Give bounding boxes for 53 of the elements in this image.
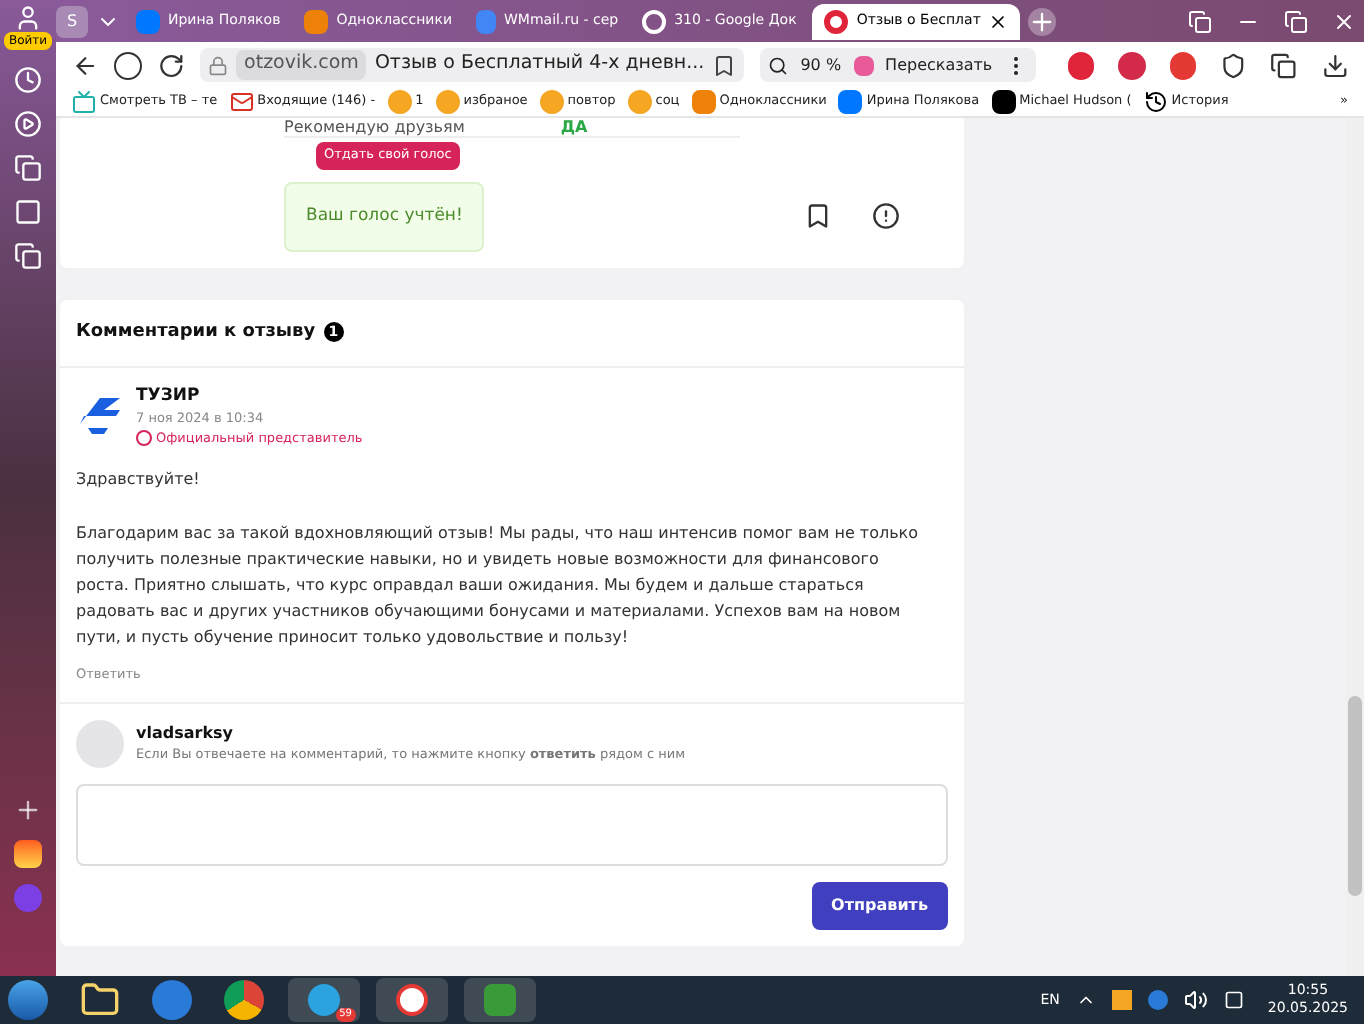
yandex-taskbar-button[interactable] <box>376 978 448 1022</box>
extension-icon[interactable] <box>1118 51 1146 79</box>
report-icon[interactable] <box>872 202 900 231</box>
tray-app-icon[interactable] <box>1111 990 1132 1010</box>
summarize-button[interactable]: Пересказать <box>885 53 993 77</box>
volume-icon[interactable] <box>1183 988 1208 1012</box>
page-title: Отзыв о Бесплатный 4-х дневн... <box>374 50 705 79</box>
app-taskbar-button[interactable] <box>464 978 536 1022</box>
company-logo-icon <box>76 392 124 440</box>
comments-title: Комментарии к отзыву <box>76 319 316 345</box>
address-bar[interactable]: otzovik.com Отзыв о Бесплатный 4-х дневн... <box>200 48 745 82</box>
zoom-icon <box>768 55 789 75</box>
new-tab-icon[interactable] <box>1028 7 1057 35</box>
recommend-value: ДА <box>560 115 588 139</box>
close-icon[interactable] <box>1332 9 1356 33</box>
comment-text: Благодарим вас за такой вдохновляющий отзыв! Мы рады, что наш интенсив помог вам не только получить полезные практические навыки, но и увидеть новые возможности для финансового роста. Приятно слышать, что курс оправдал ваши ожидания. Мы будем и дальше стараться радовать вас и других участников обучающими бонусами и материалами. Успехов вам на новом пути, и пусть обучение приносит только удовольствие и пользу! <box>76 522 921 651</box>
user-name: vladsarksy <box>136 722 235 747</box>
avatar-placeholder <box>76 720 124 768</box>
profile-icon <box>14 4 42 32</box>
comment-greeting: Здравствуйте! <box>76 468 202 493</box>
vote-status: Ваш голос учтён! <box>284 181 485 251</box>
video-icon[interactable] <box>14 110 42 138</box>
zoom-level[interactable]: 90 % <box>800 53 842 77</box>
clock-icon <box>1143 90 1168 114</box>
chrome-icon[interactable] <box>224 980 264 1020</box>
extension-icon[interactable] <box>1169 51 1197 79</box>
tv-icon <box>72 90 96 114</box>
restore-icon[interactable] <box>1284 9 1308 33</box>
history-icon[interactable] <box>14 66 42 94</box>
reload-icon[interactable] <box>157 51 185 79</box>
close-icon[interactable] <box>988 11 1009 31</box>
mail-icon <box>229 90 254 114</box>
extensions-icon[interactable] <box>1270 51 1298 79</box>
comment-input[interactable] <box>76 784 948 866</box>
download-icon[interactable] <box>1321 51 1349 79</box>
lock-icon <box>208 55 229 75</box>
add-icon[interactable] <box>14 796 42 824</box>
collections-icon[interactable] <box>14 154 42 182</box>
start-button[interactable] <box>8 980 48 1020</box>
tabs-icon[interactable] <box>1188 9 1212 33</box>
tray-app-icon[interactable] <box>1147 990 1168 1010</box>
bookmark-icon[interactable] <box>804 202 832 231</box>
official-badge-icon <box>136 430 152 447</box>
submit-button[interactable]: Отправить <box>811 882 948 930</box>
author-name[interactable]: ТУЗИР <box>136 384 363 410</box>
pages-icon[interactable] <box>14 242 42 270</box>
back-icon[interactable] <box>72 51 99 79</box>
domain-label: otzovik.com <box>236 50 367 80</box>
recommend-label: Рекомендую друзьям <box>284 115 465 139</box>
bookmark-icon[interactable] <box>712 53 737 77</box>
square-icon[interactable] <box>14 198 42 226</box>
shield-icon[interactable] <box>1220 51 1247 79</box>
extension-icon[interactable] <box>1068 51 1095 79</box>
